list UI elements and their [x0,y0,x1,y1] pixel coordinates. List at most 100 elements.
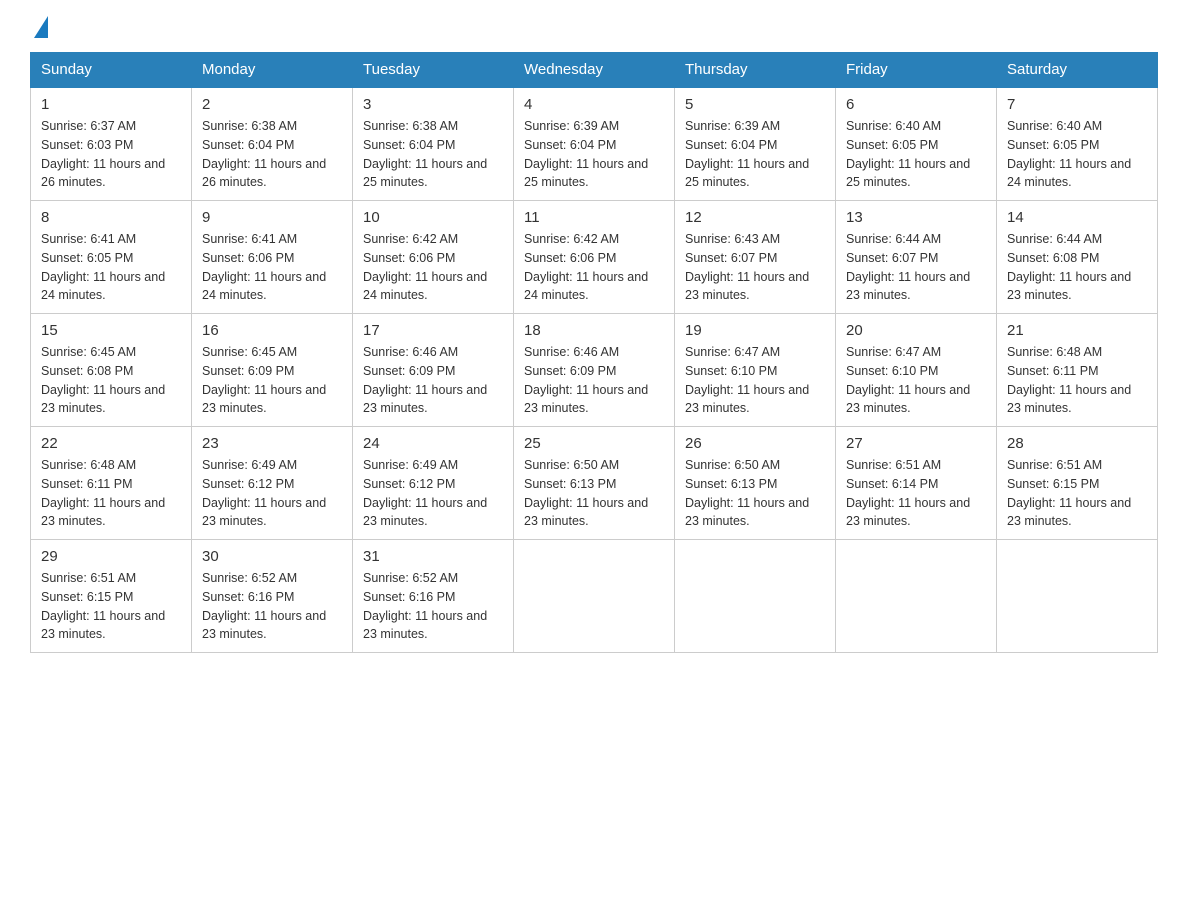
calendar-cell [836,540,997,653]
calendar-cell: 10 Sunrise: 6:42 AMSunset: 6:06 PMDayligh… [353,201,514,314]
day-sun-info: Sunrise: 6:49 AMSunset: 6:12 PMDaylight:… [202,456,342,531]
day-number: 6 [846,96,986,113]
day-sun-info: Sunrise: 6:49 AMSunset: 6:12 PMDaylight:… [363,456,503,531]
day-sun-info: Sunrise: 6:45 AMSunset: 6:09 PMDaylight:… [202,343,342,418]
calendar-week-row: 22 Sunrise: 6:48 AMSunset: 6:11 PMDayligh… [31,427,1158,540]
calendar-cell: 14 Sunrise: 6:44 AMSunset: 6:08 PMDayligh… [997,201,1158,314]
day-number: 5 [685,96,825,113]
calendar-table: SundayMondayTuesdayWednesdayThursdayFrid… [30,52,1158,653]
day-sun-info: Sunrise: 6:39 AMSunset: 6:04 PMDaylight:… [685,117,825,192]
day-number: 3 [363,96,503,113]
day-sun-info: Sunrise: 6:48 AMSunset: 6:11 PMDaylight:… [1007,343,1147,418]
calendar-cell: 13 Sunrise: 6:44 AMSunset: 6:07 PMDayligh… [836,201,997,314]
calendar-cell: 11 Sunrise: 6:42 AMSunset: 6:06 PMDayligh… [514,201,675,314]
day-sun-info: Sunrise: 6:44 AMSunset: 6:08 PMDaylight:… [1007,230,1147,305]
day-sun-info: Sunrise: 6:45 AMSunset: 6:08 PMDaylight:… [41,343,181,418]
day-number: 27 [846,435,986,452]
day-sun-info: Sunrise: 6:51 AMSunset: 6:15 PMDaylight:… [41,569,181,644]
calendar-cell: 6Sunrise: 6:40 AMSunset: 6:05 PMDaylight… [836,87,997,201]
day-sun-info: Sunrise: 6:50 AMSunset: 6:13 PMDaylight:… [524,456,664,531]
day-number: 11 [524,209,664,226]
day-sun-info: Sunrise: 6:39 AMSunset: 6:04 PMDaylight:… [524,117,664,192]
day-of-week-header: Saturday [997,53,1158,88]
calendar-cell: 30Sunrise: 6:52 AMSunset: 6:16 PMDayligh… [192,540,353,653]
day-sun-info: Sunrise: 6:46 AMSunset: 6:09 PMDaylight:… [363,343,503,418]
calendar-cell: 31 Sunrise: 6:52 AMSunset: 6:16 PMDayligh… [353,540,514,653]
day-of-week-header: Tuesday [353,53,514,88]
logo [30,20,48,42]
calendar-week-row: 29 Sunrise: 6:51 AMSunset: 6:15 PMDayligh… [31,540,1158,653]
day-number: 26 [685,435,825,452]
calendar-cell: 25 Sunrise: 6:50 AMSunset: 6:13 PMDayligh… [514,427,675,540]
calendar-cell: 16 Sunrise: 6:45 AMSunset: 6:09 PMDayligh… [192,314,353,427]
day-number: 10 [363,209,503,226]
day-number: 15 [41,322,181,339]
day-sun-info: Sunrise: 6:40 AMSunset: 6:05 PMDaylight:… [1007,117,1147,192]
day-sun-info: Sunrise: 6:48 AMSunset: 6:11 PMDaylight:… [41,456,181,531]
calendar-header-row: SundayMondayTuesdayWednesdayThursdayFrid… [31,53,1158,88]
day-of-week-header: Thursday [675,53,836,88]
calendar-cell: 24 Sunrise: 6:49 AMSunset: 6:12 PMDayligh… [353,427,514,540]
calendar-cell: 5 Sunrise: 6:39 AMSunset: 6:04 PMDaylight… [675,87,836,201]
calendar-cell [675,540,836,653]
day-sun-info: Sunrise: 6:41 AMSunset: 6:05 PMDaylight:… [41,230,181,305]
calendar-cell: 27 Sunrise: 6:51 AMSunset: 6:14 PMDayligh… [836,427,997,540]
day-sun-info: Sunrise: 6:52 AMSunset: 6:16 PMDaylight:… [363,569,503,644]
calendar-cell: 8 Sunrise: 6:41 AMSunset: 6:05 PMDaylight… [31,201,192,314]
day-of-week-header: Friday [836,53,997,88]
day-sun-info: Sunrise: 6:42 AMSunset: 6:06 PMDaylight:… [524,230,664,305]
day-number: 4 [524,96,664,113]
day-sun-info: Sunrise: 6:50 AMSunset: 6:13 PMDaylight:… [685,456,825,531]
day-number: 14 [1007,209,1147,226]
calendar-cell: 9 Sunrise: 6:41 AMSunset: 6:06 PMDaylight… [192,201,353,314]
day-sun-info: Sunrise: 6:38 AMSunset: 6:04 PMDaylight:… [202,117,342,192]
day-number: 19 [685,322,825,339]
day-number: 13 [846,209,986,226]
day-number: 8 [41,209,181,226]
calendar-week-row: 8 Sunrise: 6:41 AMSunset: 6:05 PMDaylight… [31,201,1158,314]
calendar-cell: 22 Sunrise: 6:48 AMSunset: 6:11 PMDayligh… [31,427,192,540]
day-number: 24 [363,435,503,452]
calendar-cell: 18 Sunrise: 6:46 AMSunset: 6:09 PMDayligh… [514,314,675,427]
day-number: 2 [202,96,342,113]
day-of-week-header: Monday [192,53,353,88]
day-sun-info: Sunrise: 6:41 AMSunset: 6:06 PMDaylight:… [202,230,342,305]
calendar-week-row: 1 Sunrise: 6:37 AMSunset: 6:03 PMDaylight… [31,87,1158,201]
day-number: 30 [202,548,342,565]
calendar-cell: 29 Sunrise: 6:51 AMSunset: 6:15 PMDayligh… [31,540,192,653]
calendar-cell [997,540,1158,653]
day-sun-info: Sunrise: 6:51 AMSunset: 6:14 PMDaylight:… [846,456,986,531]
day-number: 18 [524,322,664,339]
day-number: 23 [202,435,342,452]
day-number: 16 [202,322,342,339]
day-sun-info: Sunrise: 6:38 AMSunset: 6:04 PMDaylight:… [363,117,503,192]
day-sun-info: Sunrise: 6:47 AMSunset: 6:10 PMDaylight:… [685,343,825,418]
calendar-cell: 21 Sunrise: 6:48 AMSunset: 6:11 PMDayligh… [997,314,1158,427]
day-sun-info: Sunrise: 6:42 AMSunset: 6:06 PMDaylight:… [363,230,503,305]
day-of-week-header: Wednesday [514,53,675,88]
day-sun-info: Sunrise: 6:46 AMSunset: 6:09 PMDaylight:… [524,343,664,418]
day-number: 31 [363,548,503,565]
calendar-cell: 20 Sunrise: 6:47 AMSunset: 6:10 PMDayligh… [836,314,997,427]
day-number: 20 [846,322,986,339]
day-sun-info: Sunrise: 6:47 AMSunset: 6:10 PMDaylight:… [846,343,986,418]
day-number: 21 [1007,322,1147,339]
day-sun-info: Sunrise: 6:37 AMSunset: 6:03 PMDaylight:… [41,117,181,192]
calendar-cell: 3 Sunrise: 6:38 AMSunset: 6:04 PMDaylight… [353,87,514,201]
day-number: 17 [363,322,503,339]
calendar-cell: 15 Sunrise: 6:45 AMSunset: 6:08 PMDayligh… [31,314,192,427]
day-of-week-header: Sunday [31,53,192,88]
calendar-cell: 28Sunrise: 6:51 AMSunset: 6:15 PMDayligh… [997,427,1158,540]
calendar-cell: 12Sunrise: 6:43 AMSunset: 6:07 PMDayligh… [675,201,836,314]
day-number: 25 [524,435,664,452]
day-number: 9 [202,209,342,226]
day-number: 29 [41,548,181,565]
day-sun-info: Sunrise: 6:44 AMSunset: 6:07 PMDaylight:… [846,230,986,305]
day-number: 12 [685,209,825,226]
day-sun-info: Sunrise: 6:51 AMSunset: 6:15 PMDaylight:… [1007,456,1147,531]
day-number: 1 [41,96,181,113]
calendar-cell: 17 Sunrise: 6:46 AMSunset: 6:09 PMDayligh… [353,314,514,427]
calendar-cell: 1 Sunrise: 6:37 AMSunset: 6:03 PMDaylight… [31,87,192,201]
day-number: 22 [41,435,181,452]
calendar-cell: 26 Sunrise: 6:50 AMSunset: 6:13 PMDayligh… [675,427,836,540]
